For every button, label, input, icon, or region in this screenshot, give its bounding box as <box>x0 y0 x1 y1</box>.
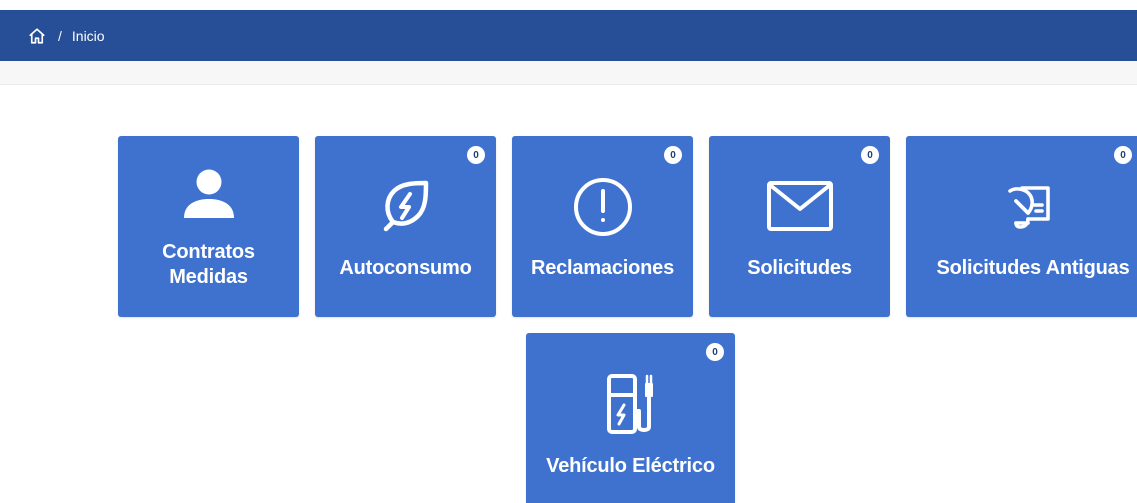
tile-label-line1: Contratos <box>162 241 255 263</box>
tile-label: Autoconsumo <box>339 257 472 279</box>
tile-label-line2: Medidas <box>169 266 248 288</box>
user-icon <box>177 166 241 222</box>
count-badge: 0 <box>1114 146 1132 164</box>
tile-vehiculo-electrico[interactable]: 0 Vehículo Eléctrico <box>526 333 735 503</box>
tile-solicitudes[interactable]: 0 Solicitudes <box>709 136 890 317</box>
breadcrumb-bar: / Inicio <box>0 10 1137 61</box>
tile-solicitudes-antiguas[interactable]: 0 Solicitudes Antiguas <box>906 136 1137 317</box>
ev-charger-icon <box>601 371 661 437</box>
count-badge: 0 <box>706 343 724 361</box>
tile-label: Vehículo Eléctrico <box>546 455 715 477</box>
envelope-icon <box>765 178 835 234</box>
tile-label: Solicitudes Antiguas <box>936 257 1130 279</box>
count-badge: 0 <box>664 146 682 164</box>
count-badge: 0 <box>467 146 485 164</box>
breadcrumb-current: Inicio <box>71 27 105 44</box>
tile-label: Solicitudes <box>747 257 852 279</box>
tile-label: Reclamaciones <box>530 257 675 279</box>
tile-label: Contratos Medidas <box>118 240 299 290</box>
sub-header-bar <box>0 61 1137 85</box>
exclamation-circle-icon <box>570 174 636 240</box>
home-icon[interactable] <box>28 27 46 45</box>
leaf-bolt-icon <box>373 174 439 240</box>
top-strip <box>0 0 1137 10</box>
tile-reclamaciones[interactable]: 0 Reclamaciones <box>512 136 693 317</box>
tile-autoconsumo[interactable]: 0 Autoconsumo <box>315 136 496 317</box>
scroll-feather-icon <box>1005 180 1059 232</box>
tile-contratos-medidas[interactable]: Contratos Medidas <box>118 136 299 317</box>
count-badge: 0 <box>861 146 879 164</box>
breadcrumb-separator: / <box>58 27 62 44</box>
